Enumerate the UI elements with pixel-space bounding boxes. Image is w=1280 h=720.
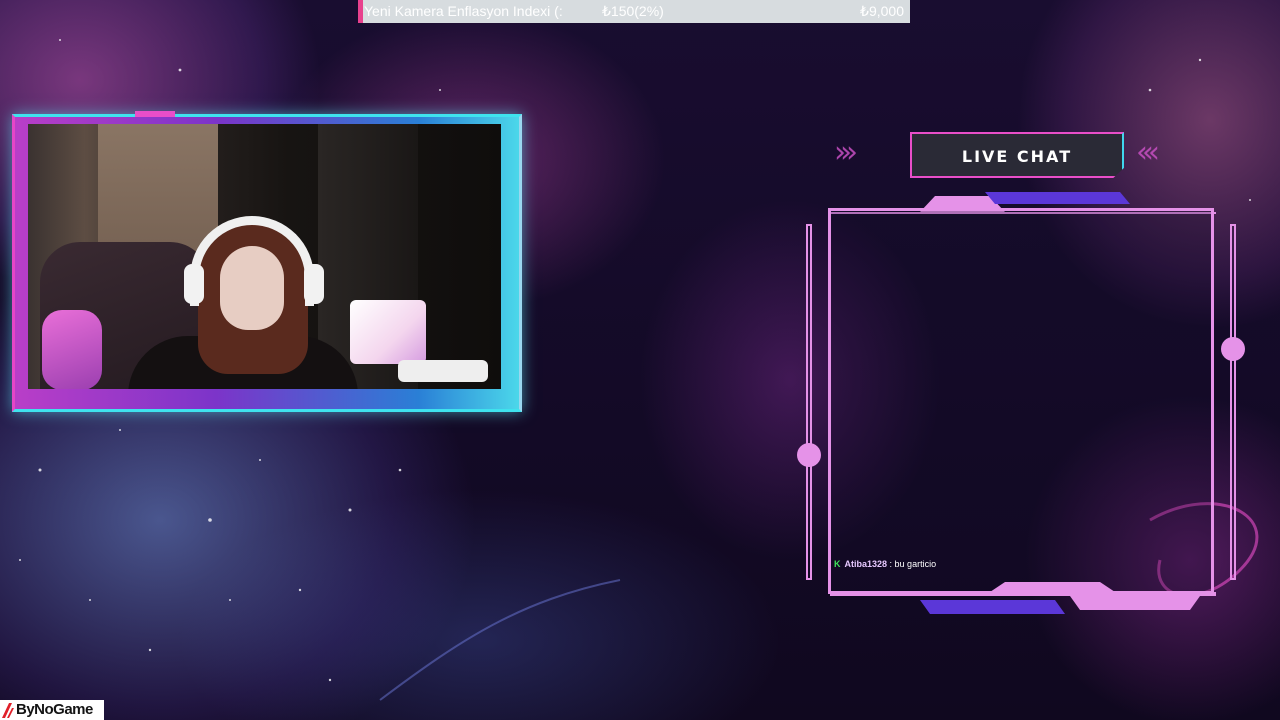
ticker-name: Yeni Kamera Enflasyon Indexi (: [364, 3, 563, 19]
ticker-bar: Yeni Kamera Enflasyon Indexi (: ₺150(2%)… [358, 0, 910, 23]
chat-rail-left [806, 224, 812, 580]
chat-rail-right [1230, 224, 1236, 580]
headset-cup-left [184, 264, 204, 304]
chat-username: Atiba1328 [844, 559, 888, 569]
frame-notch [135, 111, 175, 117]
bynogame-logo-icon [2, 703, 14, 718]
chevrons-left-icon: ‹‹‹ [1136, 135, 1160, 170]
chat-separator: : [887, 559, 895, 569]
chat-rail-right-knob [1221, 337, 1245, 361]
chat-bottom-accent [830, 582, 1216, 614]
gaming-chair-accent [42, 310, 102, 389]
headset-cup-right [304, 264, 324, 304]
moderator-badge-icon: K [834, 559, 841, 569]
ring-light [350, 300, 426, 364]
ticker-total: ₺9,000 [860, 3, 904, 19]
microphone-arm [398, 360, 488, 382]
chat-text: bu garticio [894, 559, 937, 569]
chat-message: K Atiba1328 : bu garticio [834, 559, 936, 569]
watermark: ByNoGame [0, 700, 104, 720]
chevrons-right-icon: ››› [834, 135, 858, 170]
ticker-price: ₺150(2%) [602, 3, 664, 19]
chat-rail-left-knob [797, 443, 821, 467]
webcam-feed [28, 124, 501, 389]
live-chat-title: LIVE CHAT [961, 147, 1073, 166]
watermark-text: ByNoGame [16, 701, 93, 718]
chat-panel[interactable] [828, 208, 1214, 594]
ticker-accent [358, 0, 363, 23]
